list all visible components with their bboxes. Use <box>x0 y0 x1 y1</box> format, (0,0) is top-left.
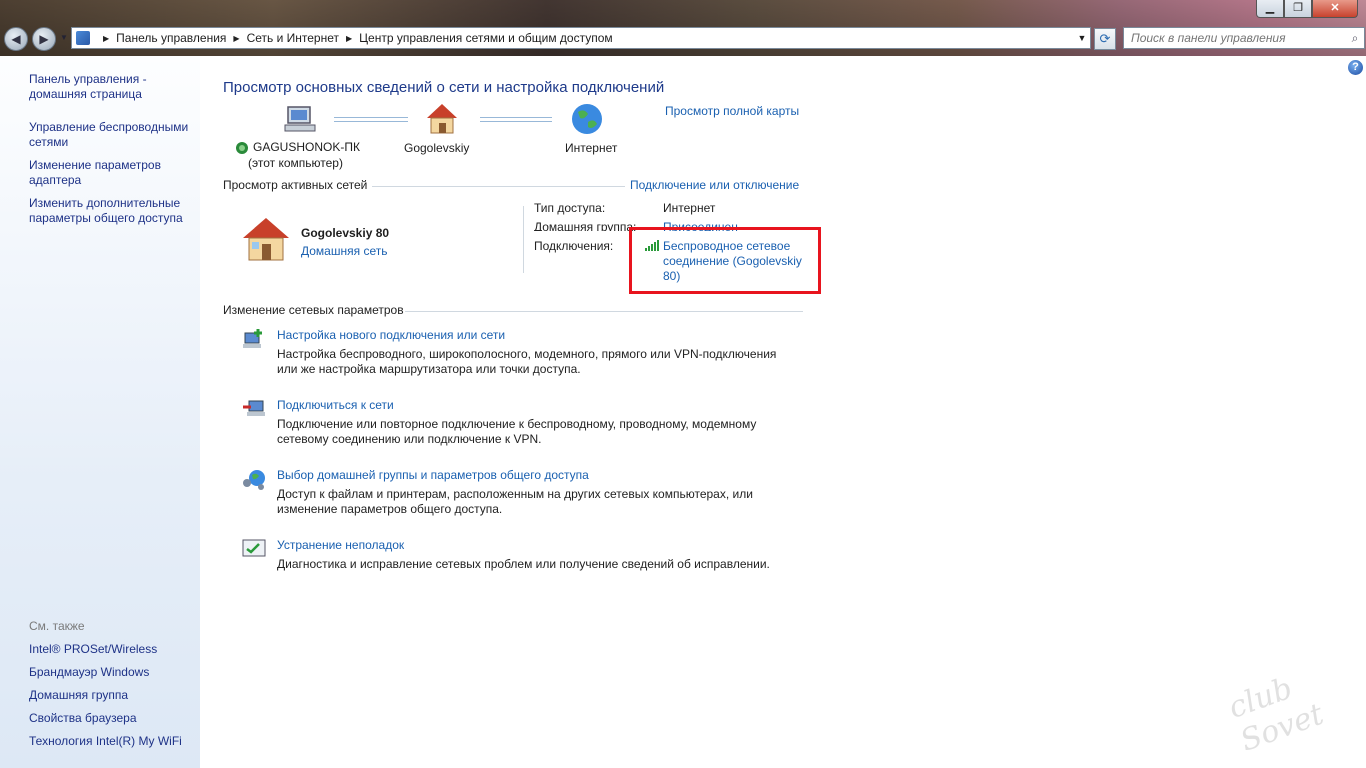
computer-icon[interactable] <box>283 103 317 137</box>
address-dropdown-icon[interactable]: ▼ <box>1074 33 1090 43</box>
see-also-item[interactable]: Технология Intel(R) My WiFi <box>29 734 182 749</box>
recent-pages-dropdown[interactable]: ▼ <box>60 33 68 42</box>
network-type-link[interactable]: Домашняя сеть <box>301 244 387 258</box>
chevron-right-icon[interactable]: ▶ <box>103 34 109 43</box>
task-connect-link[interactable]: Подключиться к сети <box>277 398 394 412</box>
connect-network-icon <box>243 400 265 416</box>
window-controls: ▁ ❐ ✕ <box>1256 0 1358 18</box>
forward-button[interactable]: ▶ <box>32 27 56 51</box>
home-network-icon <box>243 218 289 261</box>
sidebar-item-home[interactable]: Панель управления - домашняя страница <box>29 72 147 102</box>
connect-disconnect-link[interactable]: Подключение или отключение <box>630 178 799 192</box>
see-also-item[interactable]: Брандмауэр Windows <box>29 665 149 680</box>
sidebar-item-sharing[interactable]: Изменить дополнительные параметры общего … <box>29 196 183 226</box>
see-also-item[interactable]: Свойства браузера <box>29 711 137 726</box>
see-also-heading: См. также <box>29 619 85 633</box>
highlight-box <box>629 227 821 294</box>
divider <box>523 206 524 273</box>
network-status-icon <box>236 142 248 154</box>
search-icon[interactable]: ⌕ <box>1346 31 1364 46</box>
home-network-icon[interactable] <box>424 101 460 137</box>
connections-label: Подключения: <box>534 239 614 253</box>
connection-line <box>480 117 552 122</box>
window-titlebar: ▁ ❐ ✕ ◀ ▶ ▼ ▶ Панель управления ▶ Сеть и… <box>0 0 1366 56</box>
full-map-link[interactable]: Просмотр полной карты <box>665 104 799 118</box>
maximize-button[interactable]: ❐ <box>1284 0 1312 18</box>
homegroup-label: Домашняя группа: <box>534 220 637 231</box>
page-title: Просмотр основных сведений о сети и наст… <box>223 79 665 96</box>
task-description: Настройка беспроводного, широкополосного… <box>277 347 777 376</box>
task-troubleshoot-link[interactable]: Устранение неполадок <box>277 538 404 552</box>
new-connection-icon <box>243 329 262 348</box>
task-description: Подключение или повторное подключение к … <box>277 417 757 446</box>
search-input[interactable] <box>1124 30 1346 46</box>
sidebar-item-adapter[interactable]: Изменение параметров адаптера <box>29 158 161 188</box>
active-networks-header: Просмотр активных сетей <box>223 178 368 192</box>
computer-name: GAGUSHONOK-ПК <box>253 140 360 154</box>
search-box[interactable]: ⌕ <box>1123 27 1365 49</box>
divider <box>372 186 625 187</box>
globe-icon[interactable] <box>570 102 604 136</box>
chevron-right-icon[interactable]: ▶ <box>346 34 352 43</box>
access-type-value: Интернет <box>663 201 716 215</box>
task-homegroup-link[interactable]: Выбор домашней группы и параметров общег… <box>277 468 589 482</box>
connection-line <box>334 117 408 122</box>
task-new-connection-link[interactable]: Настройка нового подключения или сети <box>277 328 505 342</box>
task-description: Диагностика и исправление сетевых пробле… <box>277 557 770 571</box>
divider <box>405 311 803 312</box>
task-description: Доступ к файлам и принтерам, расположенн… <box>277 487 753 516</box>
content-pane <box>200 56 1366 768</box>
access-type-label: Тип доступа: <box>534 201 606 215</box>
active-network-name: Gogolevskiy 80 <box>301 226 390 240</box>
change-settings-header: Изменение сетевых параметров <box>223 303 404 317</box>
network-map-name: Gogolevskiy <box>404 141 470 155</box>
breadcrumb-network-center[interactable]: Центр управления сетями и общим доступом <box>359 31 613 45</box>
minimize-button[interactable]: ▁ <box>1256 0 1284 18</box>
chevron-right-icon[interactable]: ▶ <box>233 34 239 43</box>
close-button[interactable]: ✕ <box>1312 0 1358 18</box>
refresh-button[interactable]: ⟳ <box>1094 28 1116 50</box>
sidebar: Панель управления - домашняя страница Упр… <box>0 56 200 768</box>
breadcrumb-network-internet[interactable]: Сеть и Интернет <box>247 31 339 45</box>
computer-subtitle: (этот компьютер) <box>248 156 343 170</box>
see-also-item[interactable]: Intel® PROSet/Wireless <box>29 642 157 657</box>
back-button[interactable]: ◀ <box>4 27 28 51</box>
internet-label: Интернет <box>565 141 618 155</box>
help-icon[interactable]: ? <box>1348 60 1363 75</box>
troubleshoot-icon <box>242 539 266 557</box>
homegroup-sharing-icon <box>243 470 265 490</box>
see-also-item[interactable]: Домашняя группа <box>29 688 128 703</box>
sidebar-item-wireless[interactable]: Управление беспроводными сетями <box>29 120 188 150</box>
control-panel-icon <box>76 31 90 45</box>
breadcrumb-control-panel[interactable]: Панель управления <box>116 31 226 45</box>
address-bar[interactable]: ▶ Панель управления ▶ Сеть и Интернет ▶ … <box>71 27 1091 49</box>
